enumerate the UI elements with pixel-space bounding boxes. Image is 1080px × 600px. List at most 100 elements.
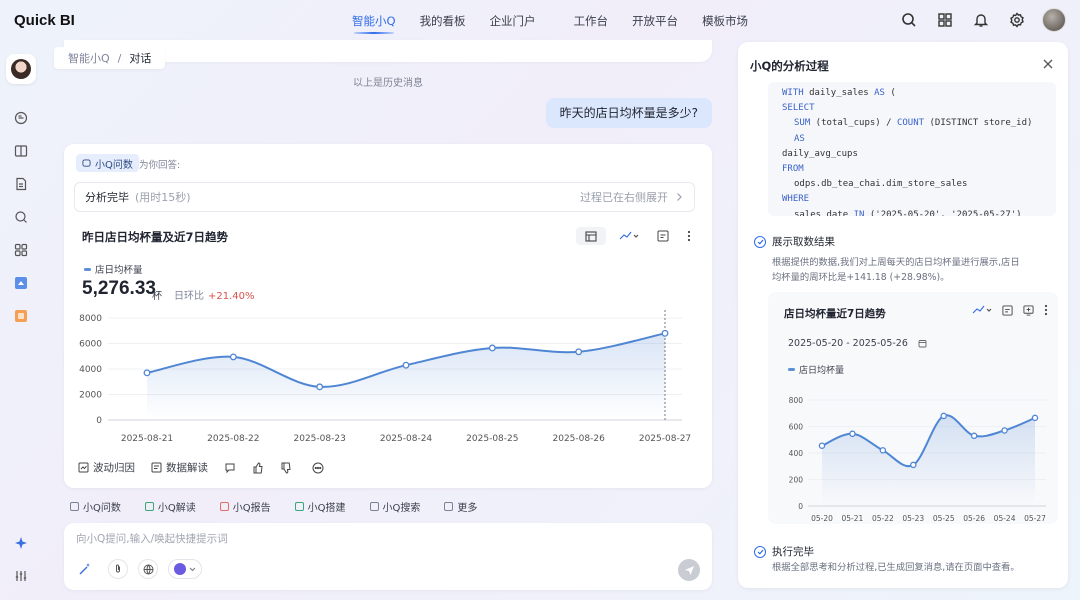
sql-icon[interactable] (652, 227, 674, 245)
apps-grid-icon[interactable] (934, 9, 956, 31)
x-tick-label: 05-27 (1024, 514, 1046, 522)
book-icon[interactable] (14, 144, 28, 158)
nav-item-workbench[interactable]: 工作台 (562, 0, 621, 42)
x-tick-label: 05-20 (811, 514, 833, 522)
document-icon[interactable] (14, 177, 28, 191)
report-icon (219, 502, 229, 511)
y-tick-label: 800 (789, 396, 804, 405)
nav-item-template-market[interactable]: 模板市场 (690, 0, 760, 42)
add-to-dashboard-icon[interactable] (1023, 304, 1034, 316)
kpi-value: 5,276.33 (82, 278, 156, 299)
y-tick-label: 400 (789, 449, 804, 458)
grid-icon[interactable] (14, 243, 28, 257)
breadcrumb-parent[interactable]: 智能小Q (68, 50, 110, 66)
chevron-right-icon (677, 193, 682, 201)
chart-toolbar (576, 227, 696, 245)
more-vertical-icon[interactable] (1044, 304, 1048, 316)
kpi-unit: 杯 (152, 291, 162, 302)
data-point (940, 412, 947, 420)
close-icon[interactable] (1040, 56, 1056, 72)
assistant-avatar[interactable] (6, 54, 36, 84)
chat-icon[interactable] (14, 111, 28, 125)
mini-chart-toolbar (972, 304, 1048, 316)
magic-wand-icon[interactable] (78, 562, 92, 576)
globe-icon[interactable] (138, 559, 158, 579)
quick-action-interpret[interactable]: 小Q解读 (144, 499, 196, 514)
quick-action-search[interactable]: 小Q搜索 (369, 499, 420, 514)
nav-item-enterprise-portal[interactable]: 企业门户 (478, 0, 548, 42)
data-point (229, 353, 237, 361)
quick-action-ask[interactable]: 小Q问数 (70, 499, 121, 514)
chart-title: 昨日店日均杯量及近7日趋势 (82, 230, 229, 244)
step-description-line: 根据全部思考和分析过程,已生成回复消息,请在页面中查看。 (772, 562, 1020, 573)
data-point (143, 369, 151, 377)
bell-icon[interactable] (970, 9, 992, 31)
line-chart-type-icon[interactable] (614, 227, 644, 245)
top-bar: Quick BI 智能小Q 我的看板 企业门户 工作台 开放平台 模板市场 (0, 0, 1080, 42)
data-interpretation-button[interactable]: 数据解读 (151, 460, 208, 475)
app-orange-icon[interactable] (14, 309, 28, 323)
thumbs-up-icon[interactable] (252, 461, 264, 474)
quick-action-report[interactable]: 小Q报告 (219, 499, 271, 514)
data-point (910, 461, 917, 469)
model-select[interactable] (168, 559, 202, 579)
answer-card: 小Q问数 为你回答: 分析完毕 (用时15秒) 过程已在右侧展开 昨日店日均杯量… (64, 144, 712, 488)
search-analysis-icon[interactable] (14, 210, 28, 224)
gear-icon[interactable] (1006, 9, 1028, 31)
sql-line: odps.db_tea_chai.dim_store_sales (794, 179, 968, 190)
attachment-icon[interactable] (108, 559, 128, 579)
chat-input[interactable] (76, 533, 676, 545)
analysis-process-panel: 小Q的分析过程 WITH daily_sales AS (SELECT SUM (… (738, 42, 1068, 588)
sql-icon[interactable] (1002, 304, 1013, 316)
y-tick-label: 4000 (79, 365, 102, 375)
series-area (147, 333, 665, 420)
sql-line: sales_date IN ('2025-05-20', '2025-05-27… (794, 209, 1022, 216)
table-view-icon[interactable] (576, 227, 606, 245)
ask-icon (70, 502, 79, 511)
step-title: 执行完毕 (772, 546, 814, 558)
more-grid-icon (444, 502, 454, 511)
send-icon (684, 565, 694, 575)
quick-search-icon (369, 502, 379, 511)
nav-item-open-platform[interactable]: 开放平台 (620, 0, 690, 42)
fluctuation-attribution-button[interactable]: 波动归因 (78, 460, 135, 475)
comment-icon[interactable] (224, 462, 236, 474)
x-tick-label: 05-23 (902, 514, 924, 522)
x-tick-label: 2025-08-25 (466, 434, 518, 444)
sql-line: SUM (total_cups) / COUNT (DISTINCT store… (794, 118, 1033, 144)
more-vertical-icon[interactable] (682, 227, 696, 245)
analysis-status-bar[interactable]: 分析完毕 (用时15秒) 过程已在右侧展开 (74, 182, 695, 212)
y-tick-label: 0 (96, 416, 102, 426)
quick-action-more[interactable]: 更多 (444, 499, 477, 514)
y-tick-label: 2000 (79, 391, 102, 401)
status-time: (用时15秒) (135, 191, 191, 204)
breadcrumb: 智能小Q / 对话 (54, 47, 166, 69)
nav-item-smart-q[interactable]: 智能小Q (340, 0, 408, 42)
quick-actions: 小Q问数 小Q解读 小Q报告 小Q搭建 小Q搜索 更多 (70, 499, 477, 514)
app-blue-icon[interactable] (14, 276, 28, 290)
more-horizontal-icon[interactable] (312, 462, 324, 474)
send-button[interactable] (678, 559, 700, 581)
settings-sliders-icon[interactable] (14, 569, 28, 583)
user-avatar[interactable] (1042, 8, 1066, 32)
chevron-down-icon (189, 567, 196, 571)
x-tick-label: 2025-08-22 (207, 434, 259, 444)
x-tick-label: 05-22 (872, 514, 894, 522)
interpret-icon (144, 502, 154, 511)
legend-label: 店日均杯量 (95, 265, 143, 276)
sql-line: daily_avg_cups (782, 148, 858, 159)
line-chart-type-icon[interactable] (972, 305, 992, 315)
interpretation-icon (151, 462, 162, 473)
step-title: 展示取数结果 (772, 236, 835, 248)
sql-code-block: WITH daily_sales AS (SELECT SUM (total_cu… (768, 82, 1056, 216)
search-icon[interactable] (898, 9, 920, 31)
app-logo[interactable]: Quick BI (14, 12, 75, 29)
quick-action-build[interactable]: 小Q搭建 (294, 499, 346, 514)
top-actions (898, 8, 1066, 32)
nav-item-my-dashboard[interactable]: 我的看板 (408, 0, 478, 42)
attribution-icon (78, 462, 89, 473)
user-question-bubble: 昨天的店日均杯量是多少? (545, 98, 712, 128)
sparkle-icon[interactable] (14, 536, 28, 550)
thumbs-down-icon[interactable] (280, 462, 292, 474)
date-range[interactable]: 2025-05-20 - 2025-05-26 (788, 338, 927, 349)
